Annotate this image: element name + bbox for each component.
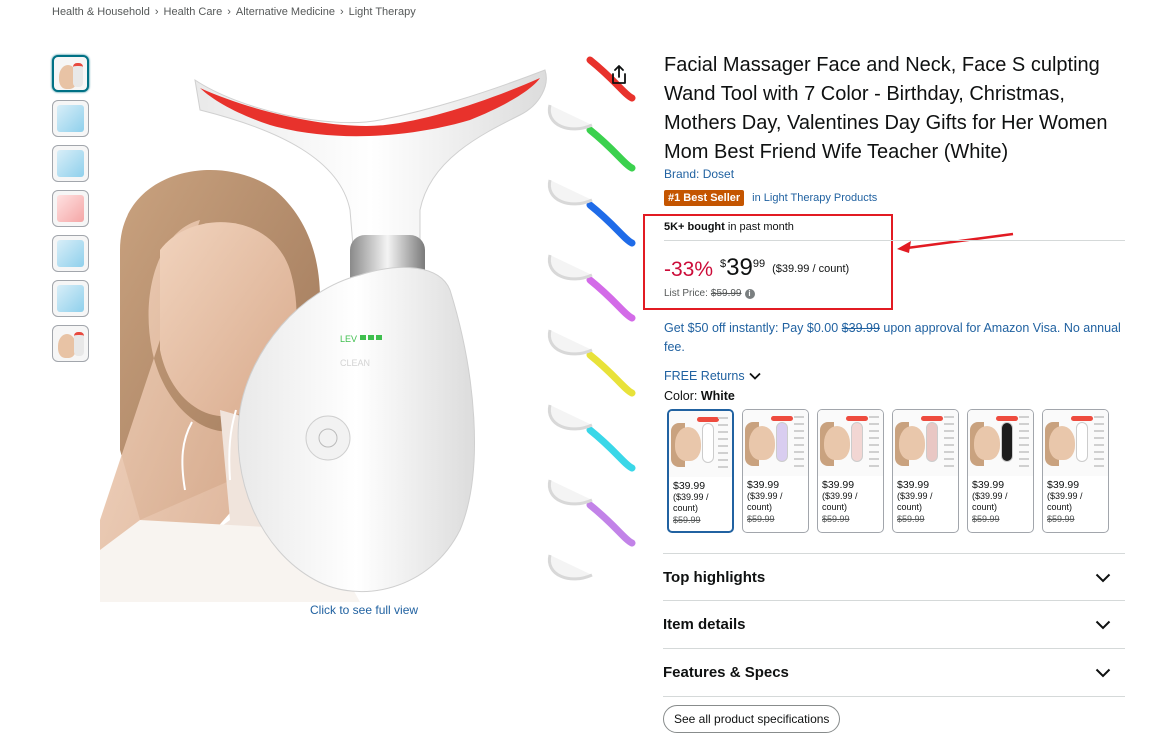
swatch-list-price: $59.99 <box>822 514 850 524</box>
thumbnail-product-blue[interactable] <box>52 100 89 137</box>
chevron-down-icon <box>1095 668 1111 677</box>
swatch-image <box>893 410 958 476</box>
swatch-price: $39.99 <box>897 479 930 491</box>
color-selected-value: White <box>700 389 735 403</box>
accordion-title: Features & Specs <box>663 664 789 681</box>
breadcrumb-health-care[interactable]: Health Care <box>164 6 223 18</box>
swatch-unit-price-2: count) <box>822 502 848 512</box>
annotation-arrow-icon <box>897 232 1014 253</box>
thumbnail-product-demo[interactable] <box>52 280 89 317</box>
color-swatch[interactable]: $39.99 ($39.99 /count) $59.99 <box>1042 409 1109 533</box>
swatch-unit-price-2: count) <box>673 503 699 513</box>
color-variants-strip <box>547 56 636 581</box>
click-full-view-link[interactable]: Click to see full view <box>310 603 418 617</box>
bought-count-bold: 5K+ bought <box>664 221 725 233</box>
free-returns-label: FREE Returns <box>664 369 745 383</box>
thumbnail-product-angle[interactable] <box>52 145 89 182</box>
swatch-list-price: $59.99 <box>972 514 1000 524</box>
swatch-unit-price: ($39.99 / <box>1047 491 1083 501</box>
swatch-image <box>968 410 1033 476</box>
share-icon <box>612 65 626 84</box>
product-title: Facial Massager Face and Neck, Face S cu… <box>664 54 1108 163</box>
thumbnail-product-pink[interactable] <box>52 190 89 227</box>
see-all-specs-button[interactable]: See all product specifications <box>663 705 841 733</box>
swatch-list-price: $59.99 <box>747 514 775 524</box>
bestseller-category-link[interactable]: in Light Therapy Products <box>752 192 877 204</box>
accordion-features-specs[interactable]: Features & Specs <box>663 648 1125 697</box>
swatch-unit-price: ($39.99 / <box>747 491 783 501</box>
accordion-title: Top highlights <box>663 569 766 586</box>
thumbnail-strip <box>52 55 89 370</box>
color-swatch[interactable]: $39.99 ($39.99 /count) $59.99 <box>667 409 734 533</box>
color-label: Color: White <box>664 389 735 403</box>
color-swatch[interactable]: $39.99 ($39.99 /count) $59.99 <box>817 409 884 533</box>
bought-count: 5K+ bought in past month <box>664 221 794 233</box>
breadcrumb-separator: › <box>339 6 344 18</box>
swatch-unit-price: ($39.99 / <box>972 491 1008 501</box>
visa-promo-link[interactable]: Get $50 off instantly: Pay $0.00 $39.99 … <box>664 319 1124 357</box>
list-price: List Price: $59.99 i <box>664 288 755 299</box>
swatch-unit-price-2: count) <box>747 502 773 512</box>
accordion-top-highlights[interactable]: Top highlights <box>663 553 1125 601</box>
swatch-image <box>669 411 732 477</box>
swatch-unit-price-2: count) <box>897 502 923 512</box>
thumbnail-product-lifestyle[interactable] <box>52 325 89 362</box>
swatch-list-price: $59.99 <box>897 514 925 524</box>
color-swatches: $39.99 ($39.99 /count) $59.99 $39.99 ($39.99… <box>667 409 1109 533</box>
breadcrumb-alternative-medicine[interactable]: Alternative Medicine <box>236 6 335 18</box>
breadcrumb-health-household[interactable]: Health & Household <box>52 6 150 18</box>
main-product-image[interactable]: LEV CLEAN <box>100 50 640 602</box>
accordion-item-details[interactable]: Item details <box>663 600 1125 648</box>
swatch-unit-price: ($39.99 / <box>822 491 858 501</box>
swatch-list-price: $59.99 <box>1047 514 1075 524</box>
chevron-down-icon <box>748 372 761 380</box>
swatch-price: $39.99 <box>972 479 1005 491</box>
chevron-down-icon <box>1095 573 1111 582</box>
breadcrumb-separator: › <box>227 6 231 18</box>
free-returns-link[interactable]: FREE Returns <box>664 369 761 383</box>
color-swatch[interactable]: $39.99 ($39.99 /count) $59.99 <box>892 409 959 533</box>
accordion-title: Item details <box>663 616 746 633</box>
color-swatch[interactable]: $39.99 ($39.99 /count) $59.99 <box>742 409 809 533</box>
breadcrumb-separator: › <box>154 6 159 18</box>
swatch-price: $39.99 <box>1047 479 1080 491</box>
price-whole: 39 <box>726 254 753 281</box>
price-per-unit: ($39.99 / count) <box>772 263 850 275</box>
swatch-unit-price-2: count) <box>1047 502 1073 512</box>
breadcrumb-light-therapy[interactable]: Light Therapy <box>349 6 416 18</box>
swatch-image <box>1043 410 1108 476</box>
thumbnail-product-main[interactable] <box>52 55 89 92</box>
swatch-unit-price-2: count) <box>972 502 998 512</box>
divider <box>664 240 1125 241</box>
bestseller-row: #1 Best Seller in Light Therapy Products <box>664 190 877 206</box>
svg-text:LEV: LEV <box>340 334 357 344</box>
color-label-prefix: Color: <box>664 389 701 403</box>
brand-link[interactable]: Brand: Doset <box>664 167 734 181</box>
swatch-image <box>818 410 883 476</box>
info-icon[interactable]: i <box>744 288 755 299</box>
swatch-price: $39.99 <box>747 479 780 491</box>
price-row: -33% $ 39 99 ($39.99 / count) <box>664 255 849 282</box>
swatch-price: $39.99 <box>822 479 855 491</box>
swatch-unit-price: ($39.99 / <box>897 491 933 501</box>
list-price-value: $59.99 <box>710 288 742 299</box>
promo-text-start: Get $50 off instantly: Pay $0.00 <box>664 321 842 335</box>
promo-strike-price: $39.99 <box>841 321 880 335</box>
swatch-price: $39.99 <box>673 480 706 492</box>
thumbnail-product-blue-2[interactable] <box>52 235 89 272</box>
share-button[interactable] <box>606 62 632 88</box>
bestseller-badge[interactable]: #1 Best Seller <box>664 190 745 206</box>
swatch-unit-price: ($39.99 / <box>673 492 709 502</box>
svg-text:CLEAN: CLEAN <box>340 358 370 368</box>
discount-percent: -33% <box>664 258 714 281</box>
price-fraction: 99 <box>752 258 766 270</box>
bought-count-rest: in past month <box>724 221 794 233</box>
list-price-label: List Price: <box>664 288 708 299</box>
swatch-image <box>743 410 808 476</box>
swatch-list-price: $59.99 <box>673 515 701 525</box>
chevron-down-icon <box>1095 620 1111 629</box>
breadcrumb: Health & Household › Health Care › Alter… <box>52 6 416 18</box>
color-swatch[interactable]: $39.99 ($39.99 /count) $59.99 <box>967 409 1034 533</box>
